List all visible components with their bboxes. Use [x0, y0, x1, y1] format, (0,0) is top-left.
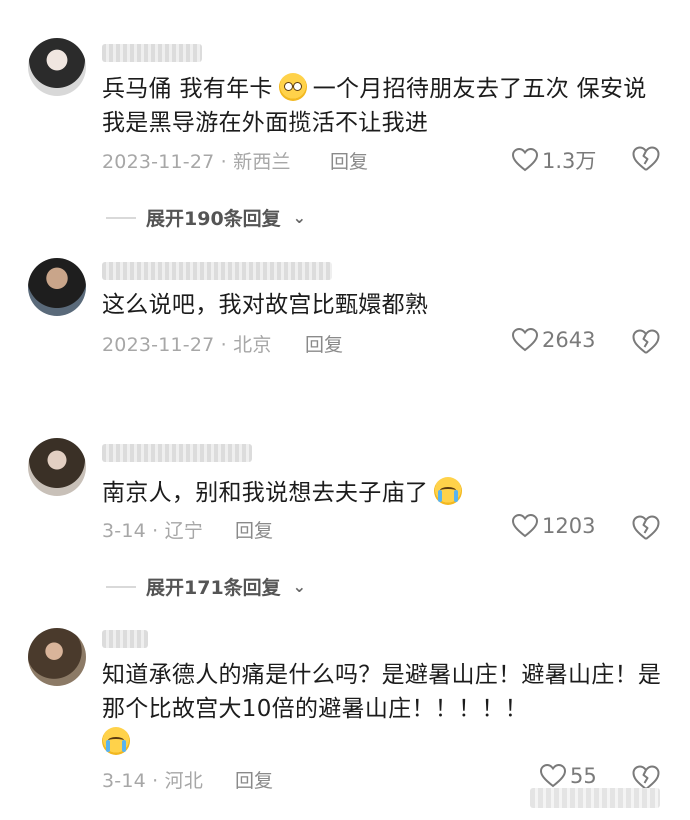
comment-meta: 3-14 · 河北 [102, 770, 204, 792]
divider-line [106, 216, 136, 219]
comment-meta: 2023-11-27 · 北京 [102, 334, 272, 356]
reply-button[interactable]: 回复 [235, 516, 273, 543]
avatar[interactable] [28, 628, 86, 686]
heart-icon [512, 328, 538, 352]
avatar[interactable] [28, 258, 86, 316]
like-button[interactable]: 55 [540, 764, 597, 788]
username-blurred[interactable] [102, 630, 148, 648]
like-count: 1203 [542, 514, 596, 538]
comment-text: 知道承德人的痛是什么吗？是避暑山庄！避暑山庄！是那个比故宫大10倍的避暑山庄！！… [102, 658, 662, 760]
reply-button[interactable]: 回复 [330, 147, 368, 174]
chevron-down-icon: ⌄ [292, 208, 307, 227]
like-button[interactable]: 2643 [512, 328, 595, 352]
comment-meta: 2023-11-27 · 新西兰 [102, 151, 291, 173]
heart-icon [512, 148, 538, 172]
comment-meta: 3-14 · 辽宁 [102, 520, 204, 542]
crying-face-icon [434, 477, 463, 505]
heart-icon [540, 764, 566, 788]
like-count: 1.3万 [542, 149, 597, 173]
comment-text: 兵马俑 我有年卡 一个月招待朋友去了五次 保安说我是黑导游在外面揽活不让我进 [102, 72, 662, 140]
shy-face-icon [278, 73, 307, 101]
expand-replies-button[interactable]: 展开171条回复 ⌄ [106, 573, 306, 600]
divider-line [106, 585, 136, 588]
comment-text: 这么说吧，我对故宫比甄嬛都熟 [102, 292, 429, 318]
expand-replies-button[interactable]: 展开190条回复 ⌄ [106, 204, 306, 231]
username-blurred[interactable] [102, 44, 202, 62]
reply-button[interactable]: 回复 [235, 766, 273, 793]
dislike-broken-heart-icon[interactable] [632, 146, 660, 172]
like-count: 55 [570, 764, 597, 788]
avatar[interactable] [28, 438, 86, 496]
heart-icon [512, 514, 538, 538]
avatar[interactable] [28, 38, 86, 96]
like-count: 2643 [542, 328, 596, 352]
comment-text: 南京人，别和我说想去夫子庙了 [102, 476, 662, 510]
dislike-broken-heart-icon[interactable] [632, 329, 660, 355]
username-blurred[interactable] [102, 444, 252, 462]
chevron-down-icon: ⌄ [292, 577, 307, 596]
dislike-broken-heart-icon[interactable] [632, 515, 660, 541]
watermark-blurred [530, 788, 660, 808]
like-button[interactable]: 1.3万 [512, 145, 596, 175]
username-blurred[interactable] [102, 262, 332, 280]
loudly-crying-face-icon [102, 727, 130, 755]
like-button[interactable]: 1203 [512, 514, 595, 538]
reply-button[interactable]: 回复 [305, 330, 343, 357]
